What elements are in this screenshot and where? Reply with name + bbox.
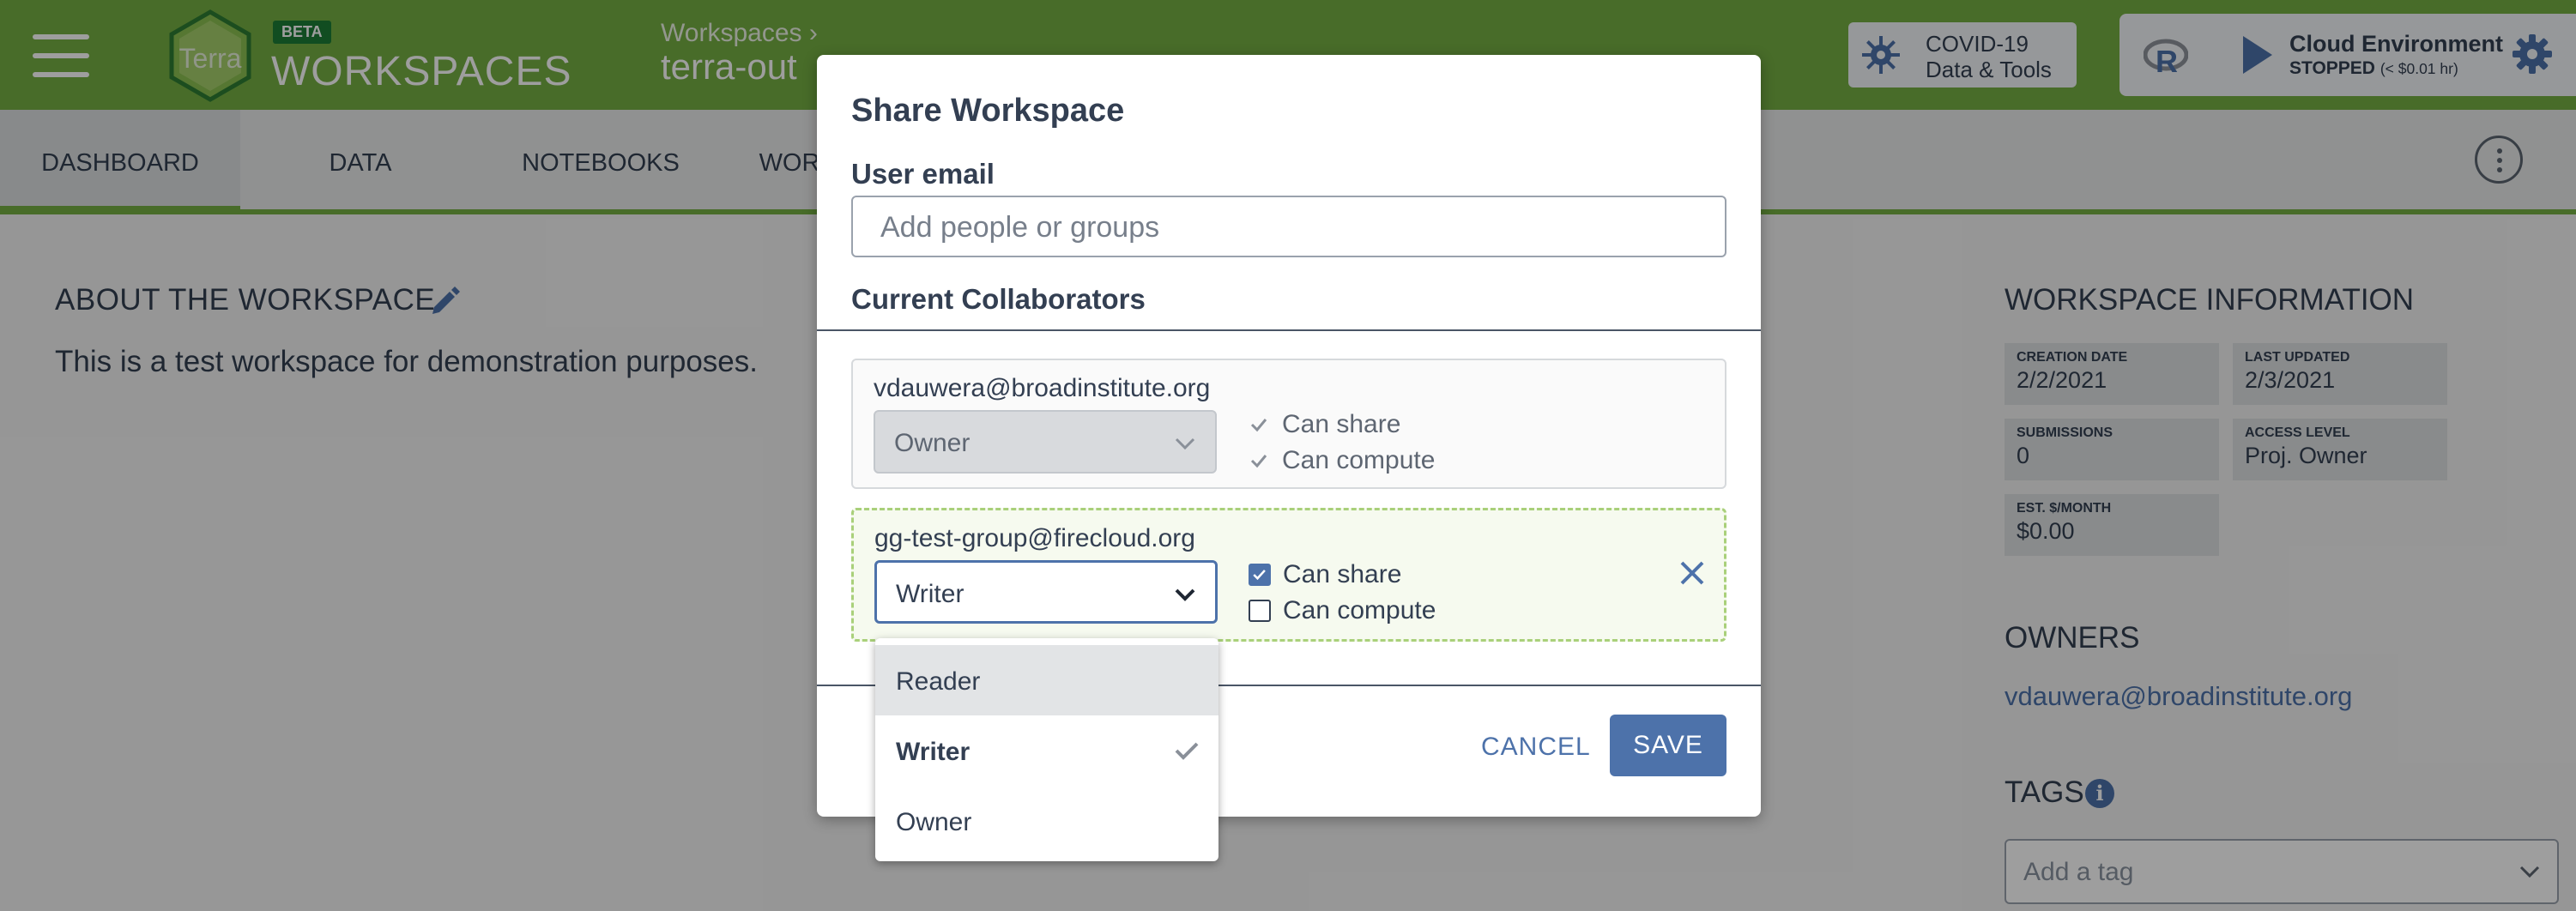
user-email-label: User email xyxy=(851,158,995,190)
current-collaborators-heading: Current Collaborators xyxy=(851,283,1146,315)
cancel-button[interactable]: CANCEL xyxy=(1481,733,1591,762)
collaborator-email: vdauwera@broadinstitute.org xyxy=(874,374,1211,402)
checkbox-checked-icon[interactable] xyxy=(1249,564,1271,586)
chevron-down-icon xyxy=(1175,437,1195,450)
role-dropdown-menu: Reader Writer Owner xyxy=(875,638,1218,861)
can-compute-label: Can compute xyxy=(1282,446,1436,474)
menu-item-label: Reader xyxy=(896,667,981,696)
checkmark-icon xyxy=(1248,449,1270,472)
checkmark-icon xyxy=(1248,413,1270,436)
check-icon xyxy=(1175,742,1199,760)
collaborator-row-new: gg-test-group@firecloud.org Writer Can s… xyxy=(851,508,1726,642)
checkbox-unchecked-icon[interactable] xyxy=(1249,600,1271,622)
collaborator-row: vdauwera@broadinstitute.org Owner Can sh… xyxy=(851,359,1726,489)
collaborator-email: gg-test-group@firecloud.org xyxy=(874,524,1195,552)
role-value: Writer xyxy=(896,580,964,608)
divider xyxy=(817,329,1761,331)
modal-title: Share Workspace xyxy=(851,93,1125,129)
can-share-label: Can share xyxy=(1283,560,1402,588)
save-button[interactable]: SAVE xyxy=(1610,715,1726,776)
user-email-input[interactable]: Add people or groups xyxy=(851,196,1726,257)
menu-item-label: Owner xyxy=(896,808,972,836)
role-value: Owner xyxy=(894,429,971,457)
chevron-down-icon xyxy=(1175,588,1195,601)
menu-item-reader[interactable]: Reader xyxy=(875,645,1218,715)
can-share-label: Can share xyxy=(1282,410,1401,438)
can-compute-label: Can compute xyxy=(1283,596,1436,624)
menu-item-writer[interactable]: Writer xyxy=(875,715,1218,786)
role-select-disabled: Owner xyxy=(874,410,1217,474)
close-icon[interactable] xyxy=(1678,558,1707,588)
email-placeholder: Add people or groups xyxy=(880,211,1160,244)
role-select[interactable]: Writer xyxy=(874,560,1218,624)
menu-item-label: Writer xyxy=(896,738,971,766)
menu-item-owner[interactable]: Owner xyxy=(875,786,1218,856)
